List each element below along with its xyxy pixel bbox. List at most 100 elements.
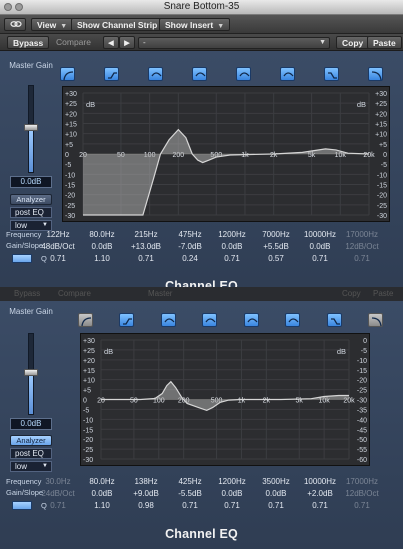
band-2-gain[interactable]: 0.0dB	[81, 242, 123, 251]
right-scale-label: -20	[377, 193, 387, 200]
master-gain-value[interactable]: 0.0dB	[10, 418, 52, 430]
freq-tick-label: 20k	[363, 152, 375, 159]
band-8-gain[interactable]: 12dB/Oct	[341, 242, 383, 251]
band-2-q[interactable]: 1.10	[81, 501, 123, 510]
band-3-gain[interactable]: +13.0dB	[125, 242, 167, 251]
link-button[interactable]	[4, 18, 26, 31]
band-1-gain[interactable]: 24dB/Oct	[37, 489, 79, 498]
band-1-q[interactable]: 0.71	[37, 254, 79, 263]
band-2-q[interactable]: 1.10	[81, 254, 123, 263]
right-scale-label: -15	[357, 368, 367, 375]
band-high-shelf-toggle[interactable]	[326, 313, 342, 327]
band-4-gain[interactable]: -5.5dB	[169, 489, 211, 498]
analyzer-mode-select[interactable]: post EQ	[10, 207, 52, 218]
band-6-gain[interactable]: +5.5dB	[255, 242, 297, 251]
band-5-frequencie[interactable]: 1200Hz	[211, 477, 253, 486]
q-couple-icon[interactable]	[12, 501, 32, 510]
band-7-gain[interactable]: 0.0dB	[299, 242, 341, 251]
band-5-frequencie[interactable]: 1200Hz	[211, 230, 253, 239]
band-4-gain[interactable]: -7.0dB	[169, 242, 211, 251]
q-couple-icon[interactable]	[12, 254, 32, 263]
band-8-frequencie[interactable]: 17000Hz	[341, 477, 383, 486]
band-4-frequencie[interactable]: 475Hz	[169, 230, 211, 239]
analyzer-mode-select[interactable]: post EQ	[10, 448, 52, 459]
right-scale-label: +20	[375, 111, 387, 118]
band-6-q[interactable]: 0.57	[255, 254, 297, 263]
band-5-gain[interactable]: 0.0dB	[211, 242, 253, 251]
compare-button[interactable]: Compare	[51, 36, 96, 49]
band-3-q[interactable]: 0.98	[125, 501, 167, 510]
previous-preset-button[interactable]: ◀	[103, 36, 119, 49]
band-7-frequencie[interactable]: 10000Hz	[299, 230, 341, 239]
band-low-cut-toggle[interactable]	[60, 67, 75, 81]
band-6-frequencie[interactable]: 3500Hz	[255, 477, 297, 486]
band-6-q[interactable]: 0.71	[255, 501, 297, 510]
master-gain-label: Master Gain	[9, 61, 53, 70]
plugin-header: View▼ Show Channel Strip▼ Show Insert▼	[0, 15, 403, 34]
high-cut-icon	[371, 71, 382, 81]
band-bell-2-toggle[interactable]	[192, 67, 207, 81]
band-high-cut-toggle[interactable]	[368, 67, 383, 81]
band-6-frequencie[interactable]: 7000Hz	[255, 230, 297, 239]
fader-handle[interactable]	[24, 369, 38, 376]
show-insert-button[interactable]: Show Insert ▼	[159, 18, 231, 31]
view-menu[interactable]: View ▼	[31, 18, 74, 31]
band-1-q[interactable]: 0.71	[37, 501, 79, 510]
right-scale-label: -30	[357, 398, 367, 405]
preset-menu[interactable]: - ▼	[138, 37, 330, 49]
next-preset-button[interactable]: ▶	[119, 36, 135, 49]
band-7-gain[interactable]: +2.0dB	[299, 489, 341, 498]
eq-graph[interactable]: +30 0 +25 -5 +20 -10 +15 -15 +10 -20 +5 -25 0 -30 -5 -3…	[80, 333, 370, 466]
analyzer-button[interactable]: Analyzer	[10, 435, 52, 446]
band-8-q[interactable]: 0.71	[341, 254, 383, 263]
band-7-q[interactable]: 0.71	[299, 501, 341, 510]
band-bell-4-toggle[interactable]	[280, 67, 295, 81]
right-scale-label: -20	[357, 378, 367, 385]
band-5-q[interactable]: 0.71	[211, 254, 253, 263]
fader-handle[interactable]	[24, 124, 38, 131]
band-2-frequencie[interactable]: 80.0Hz	[81, 477, 123, 486]
band-bell-1-toggle[interactable]	[160, 313, 176, 327]
band-4-frequencie[interactable]: 425Hz	[169, 477, 211, 486]
bypass-button[interactable]: Bypass	[7, 36, 50, 49]
band-2-gain[interactable]: 0.0dB	[81, 489, 123, 498]
band-4-q[interactable]: 0.24	[169, 254, 211, 263]
band-1-gain[interactable]: 48dB/Oct	[37, 242, 79, 251]
band-6-gain[interactable]: 0.0dB	[255, 489, 297, 498]
band-4-q[interactable]: 0.71	[169, 501, 211, 510]
band-5-q[interactable]: 0.71	[211, 501, 253, 510]
band-low-shelf-toggle[interactable]	[119, 313, 135, 327]
band-bell-3-toggle[interactable]	[236, 67, 251, 81]
band-bell-3-toggle[interactable]	[243, 313, 259, 327]
master-gain-value[interactable]: 0.0dB	[10, 176, 52, 188]
eq-graph[interactable]: +30 +30 +25 +25 +20 +20 +15 +15 +10 +10 +5 +5 0 0 -5 -5…	[62, 86, 390, 222]
band-7-q[interactable]: 0.71	[299, 254, 341, 263]
band-low-shelf-toggle[interactable]	[104, 67, 119, 81]
band-3-gain[interactable]: +9.0dB	[125, 489, 167, 498]
band-1-frequencie[interactable]: 122Hz	[37, 230, 79, 239]
band-8-gain[interactable]: 12dB/Oct	[341, 489, 383, 498]
copy-button[interactable]: Copy	[336, 36, 370, 49]
master-gain-fader[interactable]	[24, 85, 38, 173]
band-bell-1-toggle[interactable]	[148, 67, 163, 81]
band-bell-4-toggle[interactable]	[285, 313, 301, 327]
band-bell-2-toggle[interactable]	[202, 313, 218, 327]
band-1-frequencie[interactable]: 30.0Hz	[37, 477, 79, 486]
band-3-frequencie[interactable]: 138Hz	[125, 477, 167, 486]
master-gain-fader[interactable]	[24, 333, 38, 415]
band-2-frequencie[interactable]: 80.0Hz	[81, 230, 123, 239]
band-low-cut-toggle[interactable]	[78, 313, 93, 327]
band-7-frequencie[interactable]: 10000Hz	[299, 477, 341, 486]
band-3-q[interactable]: 0.71	[125, 254, 167, 263]
band-high-cut-toggle[interactable]	[368, 313, 383, 327]
resolution-select[interactable]: low ▼	[10, 461, 52, 472]
band-high-shelf-toggle[interactable]	[324, 67, 339, 81]
band-5-gain[interactable]: 0.0dB	[211, 489, 253, 498]
band-8-frequencie[interactable]: 17000Hz	[341, 230, 383, 239]
analyzer-button[interactable]: Analyzer	[10, 194, 52, 205]
chevron-down-icon: ▼	[217, 23, 225, 30]
paste-button[interactable]: Paste	[367, 36, 402, 49]
band-3-frequencie[interactable]: 215Hz	[125, 230, 167, 239]
band-8-q[interactable]: 0.71	[341, 501, 383, 510]
band-parameters: Frequency Gain/Slope Q 30.0Hz 80.0Hz 138Hz 425…	[6, 475, 396, 517]
